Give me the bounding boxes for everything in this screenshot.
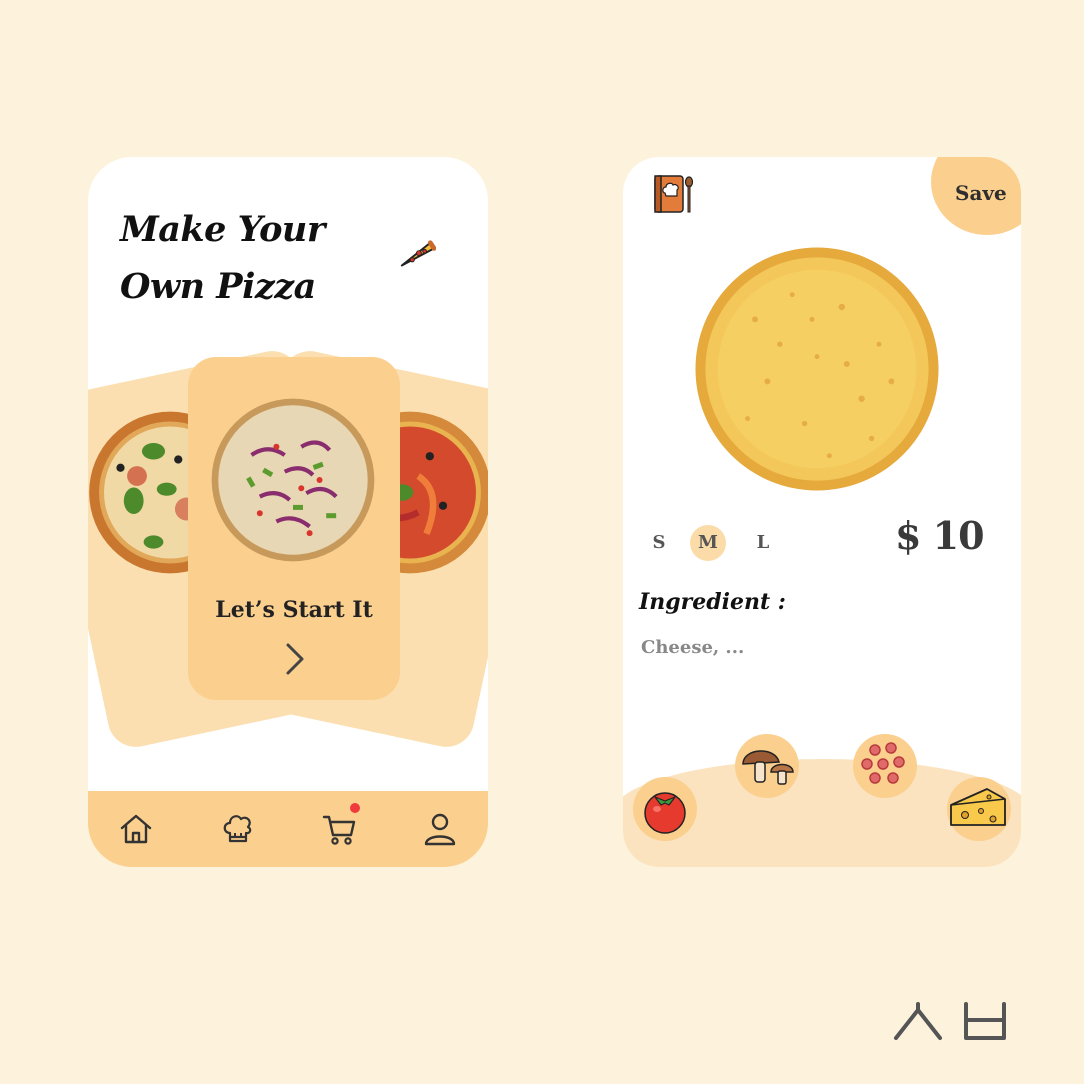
- profile-icon[interactable]: [422, 811, 458, 847]
- page-title: Make Your Own Pizza: [120, 201, 325, 315]
- title-line-2: Own Pizza: [120, 266, 316, 307]
- cart-icon[interactable]: [322, 811, 358, 847]
- cheese-pizza-image: [695, 247, 939, 491]
- ingredient-heading: Ingredient :: [639, 589, 786, 615]
- cheese-icon: [950, 788, 1006, 826]
- save-button[interactable]: Save: [931, 157, 1021, 235]
- cart-badge: [350, 803, 360, 813]
- pepperoni-icon: [861, 742, 905, 784]
- pizza-builder-screen: Make Your Own Pizza Let’s Start It: [88, 157, 488, 867]
- topping-pepperoni[interactable]: [853, 734, 917, 798]
- save-button-label: Save: [955, 181, 1007, 205]
- size-option-m[interactable]: M: [690, 525, 726, 561]
- pizza-slice-icon: [400, 240, 436, 267]
- ingredient-value: Cheese, ...: [641, 637, 745, 658]
- price-label: $ 10: [895, 513, 985, 558]
- tomato-icon: [644, 792, 686, 834]
- topping-tomato[interactable]: [633, 777, 697, 841]
- artist-signature-logo: [894, 1002, 1006, 1040]
- size-option-l[interactable]: L: [745, 525, 781, 561]
- size-option-s[interactable]: S: [641, 525, 677, 561]
- chef-hat-icon[interactable]: [220, 811, 256, 847]
- pizza-detail-screen: Save S M L $ 10 Ingredient : Cheese, ...: [623, 157, 1021, 867]
- bottom-nav-bar: [88, 791, 488, 867]
- recipe-book-icon[interactable]: [653, 173, 695, 215]
- mushroom-icon: [742, 750, 794, 785]
- topping-mushroom[interactable]: [735, 734, 799, 798]
- home-icon[interactable]: [118, 811, 154, 847]
- chevron-right-icon[interactable]: [280, 641, 308, 677]
- start-label: Let’s Start It: [215, 597, 373, 623]
- veggie-pizza-image: [211, 398, 375, 562]
- topping-cheese[interactable]: [947, 777, 1011, 841]
- title-line-1: Make Your: [120, 209, 325, 250]
